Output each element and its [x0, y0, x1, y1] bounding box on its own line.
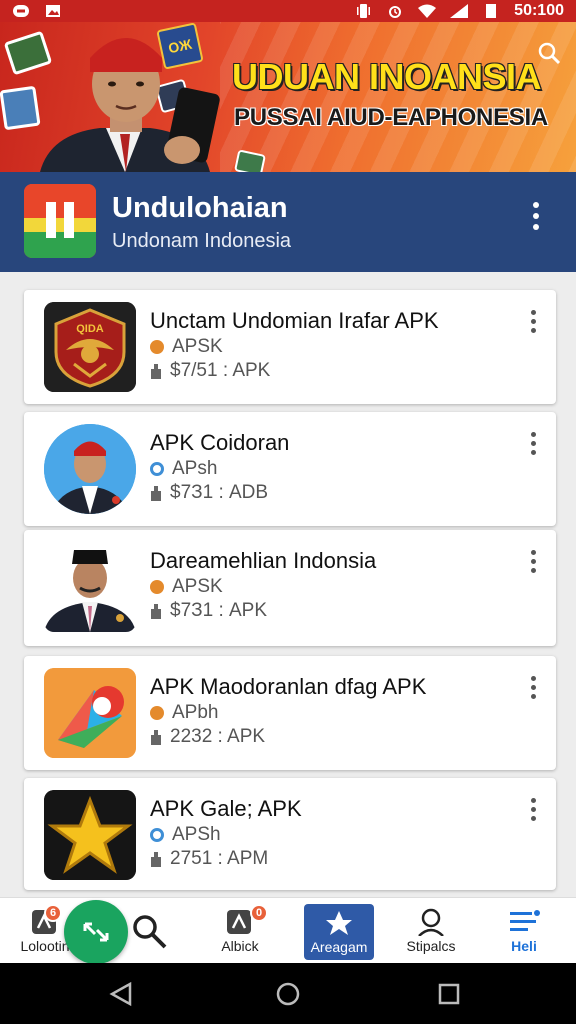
app-badge: APSK [172, 576, 223, 597]
download-size-icon [151, 604, 161, 619]
recents-icon[interactable] [436, 981, 462, 1007]
app-badge: APbh [172, 702, 219, 723]
system-navigation-bar [0, 963, 576, 1024]
app-title-text: APK Maodoranlan dfag APK [150, 674, 427, 699]
banner-person-illustration [40, 38, 220, 172]
app-size-row: $7З1 : ADB [150, 482, 268, 504]
app-badge: APSK [172, 336, 223, 357]
app-badge-row: APSK [150, 336, 223, 358]
app-badge-row: APsh [150, 458, 217, 480]
app-title: Undulohaian [112, 192, 288, 224]
nav-label: Lolootin [20, 938, 70, 954]
app-bar: Undulohaian Undonam Indonesia [0, 172, 576, 272]
app-size-row: 2751 : APM [150, 848, 268, 870]
back-icon[interactable] [108, 981, 134, 1007]
alarm-icon [389, 6, 402, 18]
compose-fab-button[interactable] [64, 900, 128, 964]
image-notification-icon [46, 5, 60, 17]
badge-dot-icon [150, 580, 164, 594]
nav-search[interactable] [124, 898, 174, 964]
banner-subtitle: PUSSAI AIUD-EAPHONESIA [234, 104, 548, 131]
notification-badge: 6 [44, 904, 62, 922]
signal-icon [450, 4, 469, 18]
help-menu-icon [510, 910, 540, 931]
app-size: $7З1 : APK [170, 600, 268, 621]
app-portrait-icon [44, 542, 136, 632]
app-size-row: $7З1 : APK [150, 600, 267, 622]
nav-item-stipalcs[interactable]: Stipalcs [396, 898, 466, 964]
app-subtitle: Undonam Indonesia [112, 230, 292, 252]
expand-arrows-icon [83, 922, 109, 942]
nav-label: Areagam [310, 939, 368, 955]
app-size: 2751 : APM [170, 848, 269, 869]
download-size-icon [151, 852, 161, 867]
app-badge-row: APbh [150, 702, 218, 724]
app-list: QIDA Unctam Undomian Irafar APK APSK $7/… [0, 272, 576, 897]
emblem-text: QIDA [76, 323, 104, 335]
app-size-row: 2232 : APK [150, 726, 265, 748]
home-icon[interactable] [275, 981, 301, 1007]
app-badge-row: APSK [150, 576, 223, 598]
badge-dot-icon [150, 462, 164, 476]
list-item[interactable]: APK Maodoranlan dfag APK APbh 2232 : APK [24, 656, 556, 770]
more-options-icon[interactable] [524, 798, 542, 828]
list-item[interactable]: APK Coidoran APsh $7З1 : ADB [24, 412, 556, 526]
app-size: 2232 : APK [170, 726, 266, 747]
app-title-text: APK Coidoran [150, 430, 290, 455]
profile-icon [418, 908, 444, 936]
status-bar: 50:100 [0, 0, 576, 22]
badge-dot-icon [150, 706, 164, 720]
battery-icon [486, 4, 497, 18]
app-emblem-icon: QIDA [44, 302, 136, 392]
nav-label: Heli [511, 938, 537, 954]
more-options-icon[interactable] [524, 550, 542, 580]
badge-dot-icon [150, 828, 164, 842]
more-options-icon[interactable] [524, 432, 542, 462]
app-badge: APSh [172, 824, 221, 845]
status-time: 50:100 [514, 2, 564, 19]
app-notification-icon [13, 5, 29, 17]
notification-badge: 0 [250, 904, 268, 922]
nav-label: Albick [221, 938, 259, 954]
app-badge-row: APSh [150, 824, 221, 846]
app-size: $7З1 : ADB [170, 482, 269, 503]
app-badge: APsh [172, 458, 218, 479]
app-colorful-icon [44, 668, 136, 758]
star-icon [326, 911, 352, 935]
promo-banner[interactable]: OЖ UDUAN INOANSIA PUSSAI AIUD-EAPHONESIA [0, 22, 576, 172]
download-size-icon [151, 364, 161, 379]
app-size: $7/51 : APK [170, 360, 271, 381]
nav-item-areagam[interactable]: Areagam [304, 904, 374, 960]
download-size-icon [151, 730, 161, 745]
more-options-icon[interactable] [524, 676, 542, 706]
list-item[interactable]: QIDA Unctam Undomian Irafar APK APSK $7/… [24, 290, 556, 404]
more-options-icon[interactable] [524, 310, 542, 340]
search-icon[interactable] [536, 40, 562, 66]
app-logo [24, 184, 96, 258]
download-size-icon [151, 486, 161, 501]
search-icon [133, 915, 167, 949]
nav-label: Stipalcs [406, 938, 456, 954]
nav-item-heli[interactable]: Heli [494, 898, 554, 964]
nav-item-albick[interactable]: Albick 0 [204, 898, 276, 964]
overflow-menu-icon[interactable] [522, 196, 550, 236]
list-item[interactable]: Dareamehlian Indonsia APSK $7З1 : APK [24, 530, 556, 646]
star-icon [44, 790, 136, 880]
banner-title: UDUAN INOANSIA [232, 56, 542, 97]
app-size-row: $7/51 : APK [150, 360, 270, 382]
vibrate-icon [357, 4, 371, 18]
app-title-text: Unctam Undomian Irafar APK [150, 308, 439, 333]
wifi-icon [418, 4, 437, 18]
app-title-text: Dareamehlian Indonsia [150, 548, 377, 573]
badge-dot-icon [150, 340, 164, 354]
app-title-text: APK Gale; APK [150, 796, 302, 821]
app-portrait-icon [44, 424, 136, 514]
list-item[interactable]: APK Gale; APK APSh 2751 : APM [24, 778, 556, 890]
